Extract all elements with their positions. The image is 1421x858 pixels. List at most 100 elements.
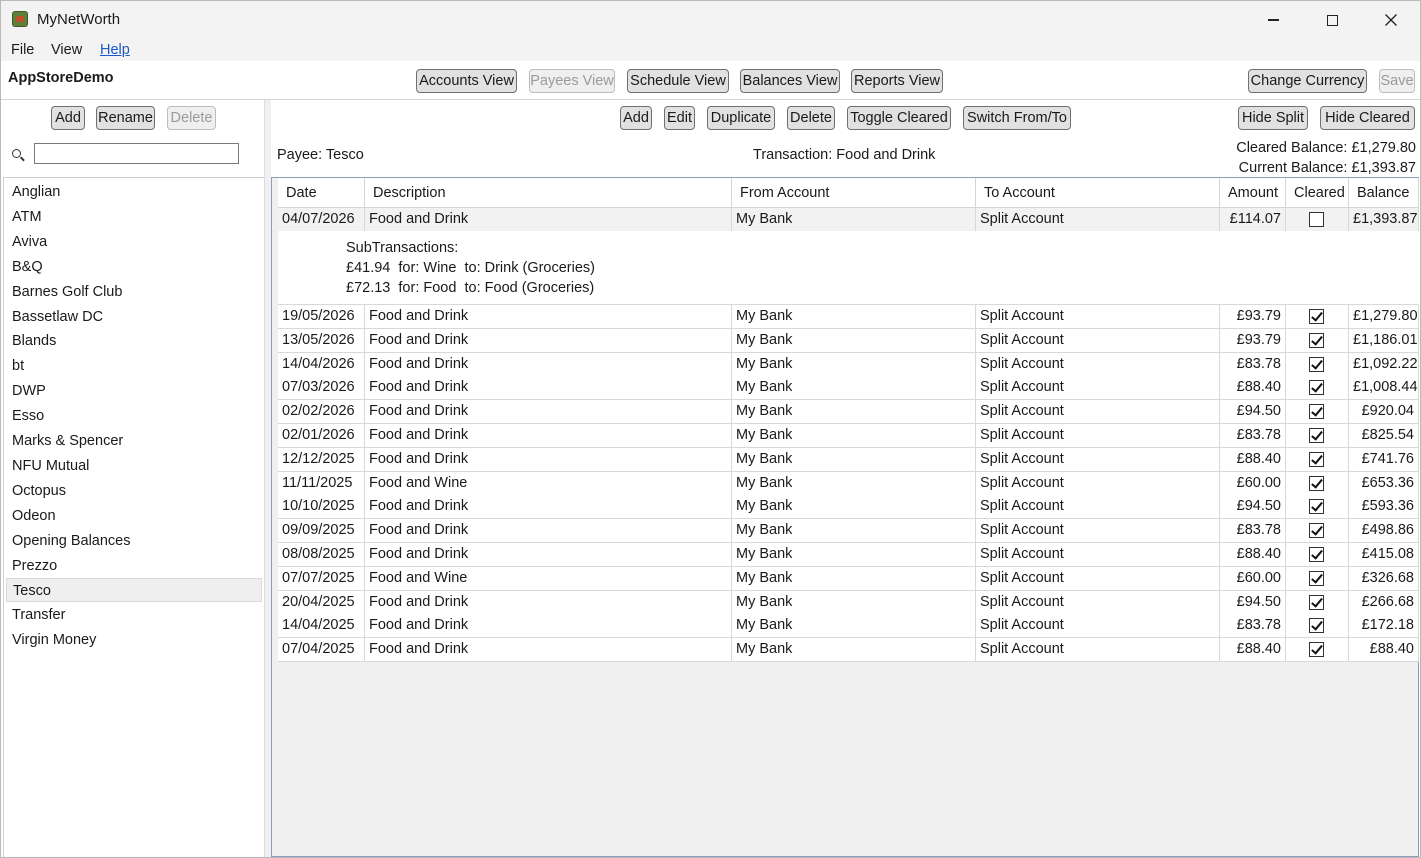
payee-list-item[interactable]: Transfer	[6, 603, 262, 627]
maximize-button[interactable]	[1303, 1, 1361, 39]
column-header-description[interactable]: Description	[365, 178, 732, 208]
payee-list-item[interactable]: Octopus	[6, 479, 262, 503]
add-transaction-button[interactable]: Add	[620, 106, 652, 130]
cleared-checkbox[interactable]	[1309, 451, 1324, 467]
payee-list-item[interactable]: Barnes Golf Club	[6, 280, 262, 304]
cleared-checkbox[interactable]	[1309, 212, 1324, 227]
payee-list-item[interactable]: bt	[6, 354, 262, 378]
payee-list-item[interactable]: B&Q	[6, 255, 262, 279]
table-row[interactable]: 20/04/2025 Food and Drink My Bank Split Acc…	[278, 590, 1419, 615]
column-header-to-account[interactable]: To Account	[976, 178, 1220, 208]
edit-transaction-button[interactable]: Edit	[664, 106, 695, 130]
desc-cell: Food and Drink	[365, 614, 732, 639]
desc-cell: Food and Drink	[365, 495, 732, 520]
cleared-checkbox[interactable]	[1309, 404, 1324, 420]
payee-list-item[interactable]: DWP	[6, 379, 262, 403]
subtransaction-line: £72.13 for: Food to: Food (Groceries)	[346, 280, 595, 296]
cleared-checkbox[interactable]	[1309, 428, 1324, 443]
accounts-view-button[interactable]: Accounts View	[416, 69, 517, 93]
table-row[interactable]: 07/07/2025 Food and Wine My Bank Split Acco…	[278, 566, 1419, 591]
column-header-cleared[interactable]: Cleared	[1286, 178, 1349, 208]
balances-view-button[interactable]: Balances View	[740, 69, 840, 93]
hide-split-button[interactable]: Hide Split	[1238, 106, 1308, 130]
payee-list-item[interactable]: Virgin Money	[6, 628, 262, 652]
cleared-checkbox[interactable]	[1309, 309, 1324, 324]
to-cell: Split Account	[976, 376, 1220, 401]
hide-cleared-button[interactable]: Hide Cleared	[1320, 106, 1415, 130]
close-button[interactable]	[1362, 1, 1420, 39]
toggle-cleared-button[interactable]: Toggle Cleared	[847, 106, 951, 130]
payee-search-input[interactable]	[34, 143, 239, 164]
column-header-balance[interactable]: Balance	[1349, 178, 1419, 208]
table-row[interactable]: 02/01/2026 Food and Drink My Bank Split Acc…	[278, 424, 1419, 448]
delete-transaction-button[interactable]: Delete	[787, 106, 835, 130]
panel-splitter[interactable]	[264, 100, 271, 857]
payee-list-item[interactable]: Aviva	[6, 230, 262, 254]
rename-payee-button[interactable]: Rename	[96, 106, 155, 130]
from-cell: My Bank	[732, 208, 976, 232]
table-row[interactable]: 09/09/2025 Food and Drink My Bank Split Acc…	[278, 519, 1419, 544]
table-row[interactable]: 14/04/2026 Food and Drink My Bank Split Acc…	[278, 352, 1419, 377]
payee-list-item[interactable]: Opening Balances	[6, 529, 262, 553]
date-cell: 09/09/2025	[278, 519, 365, 544]
column-header-from-account[interactable]: From Account	[732, 178, 976, 208]
menu-help[interactable]: Help	[100, 42, 130, 58]
cleared-checkbox[interactable]	[1309, 570, 1324, 586]
table-row[interactable]: 14/04/2025 Food and Drink My Bank Split Acc…	[278, 614, 1419, 639]
table-row[interactable]: 12/12/2025 Food and Drink My Bank Split Acc…	[278, 447, 1419, 472]
menu-file[interactable]: File	[11, 42, 34, 58]
table-row[interactable]: 02/02/2026 Food and Drink My Bank Split Acc…	[278, 400, 1419, 425]
cleared-checkbox[interactable]	[1309, 594, 1324, 610]
payee-list-item[interactable]: Anglian	[6, 180, 262, 204]
cleared-checkbox[interactable]	[1309, 642, 1324, 658]
amount-cell: £93.79	[1220, 328, 1286, 353]
date-cell: 19/05/2026	[278, 305, 365, 329]
cleared-cell	[1286, 543, 1349, 567]
payee-list-item[interactable]: Bassetlaw DC	[6, 305, 262, 329]
payee-list-item[interactable]: Prezzo	[6, 554, 262, 578]
cleared-checkbox[interactable]	[1309, 332, 1324, 348]
amount-cell: £88.40	[1220, 638, 1286, 663]
table-row[interactable]: 04/07/2026 Food and Drink My Bank Split Acc…	[278, 208, 1419, 232]
reports-view-button[interactable]: Reports View	[851, 69, 943, 93]
cleared-checkbox[interactable]	[1309, 523, 1324, 539]
cleared-checkbox[interactable]	[1309, 356, 1324, 372]
cleared-checkbox[interactable]	[1309, 547, 1324, 562]
column-header-amount[interactable]: Amount	[1220, 178, 1286, 208]
payee-list-item[interactable]: Esso	[6, 404, 262, 428]
table-row[interactable]: 08/08/2025 Food and Drink My Bank Split Acc…	[278, 543, 1419, 567]
cleared-checkbox[interactable]	[1309, 499, 1324, 515]
desc-cell: Food and Drink	[365, 519, 732, 544]
table-row[interactable]: 10/10/2025 Food and Drink My Bank Split Acc…	[278, 495, 1419, 520]
cleared-checkbox[interactable]	[1309, 380, 1324, 396]
from-cell: My Bank	[732, 352, 976, 377]
payees-view-button[interactable]: Payees View	[529, 69, 615, 93]
schedule-view-button[interactable]: Schedule View	[627, 69, 729, 93]
duplicate-transaction-button[interactable]: Duplicate	[707, 106, 775, 130]
payee-list-item[interactable]: Marks & Spencer	[6, 429, 262, 453]
switch-from-to-button[interactable]: Switch From/To	[963, 106, 1071, 130]
delete-payee-button[interactable]: Delete	[167, 106, 216, 130]
minimize-button[interactable]	[1244, 1, 1302, 39]
table-row[interactable]: 11/11/2025 Food and Wine My Bank Split Acco…	[278, 471, 1419, 496]
amount-cell: £60.00	[1220, 471, 1286, 496]
cleared-checkbox[interactable]	[1309, 475, 1324, 491]
table-row[interactable]: 07/04/2025 Food and Drink My Bank Split Acc…	[278, 638, 1419, 663]
payee-list-item[interactable]: NFU Mutual	[6, 454, 262, 478]
cleared-checkbox[interactable]	[1309, 618, 1324, 634]
from-cell: My Bank	[732, 543, 976, 567]
current-balance-label: Current Balance: £1,393.87	[1238, 160, 1416, 176]
payee-list-item[interactable]: Blands	[6, 329, 262, 353]
save-button[interactable]: Save	[1379, 69, 1415, 93]
add-payee-button[interactable]: Add	[51, 106, 85, 130]
cleared-cell	[1286, 208, 1349, 232]
payee-list-item[interactable]: ATM	[6, 205, 262, 229]
change-currency-button[interactable]: Change Currency	[1248, 69, 1367, 93]
payee-list-item[interactable]: Odeon	[6, 504, 262, 528]
menu-view[interactable]: View	[51, 42, 82, 58]
table-row[interactable]: 13/05/2026 Food and Drink My Bank Split Acc…	[278, 328, 1419, 353]
table-row[interactable]: 07/03/2026 Food and Drink My Bank Split Acc…	[278, 376, 1419, 401]
column-header-date[interactable]: Date	[278, 178, 365, 208]
payee-list-item[interactable]: Tesco	[6, 578, 262, 603]
table-row[interactable]: 19/05/2026 Food and Drink My Bank Split Acc…	[278, 305, 1419, 329]
